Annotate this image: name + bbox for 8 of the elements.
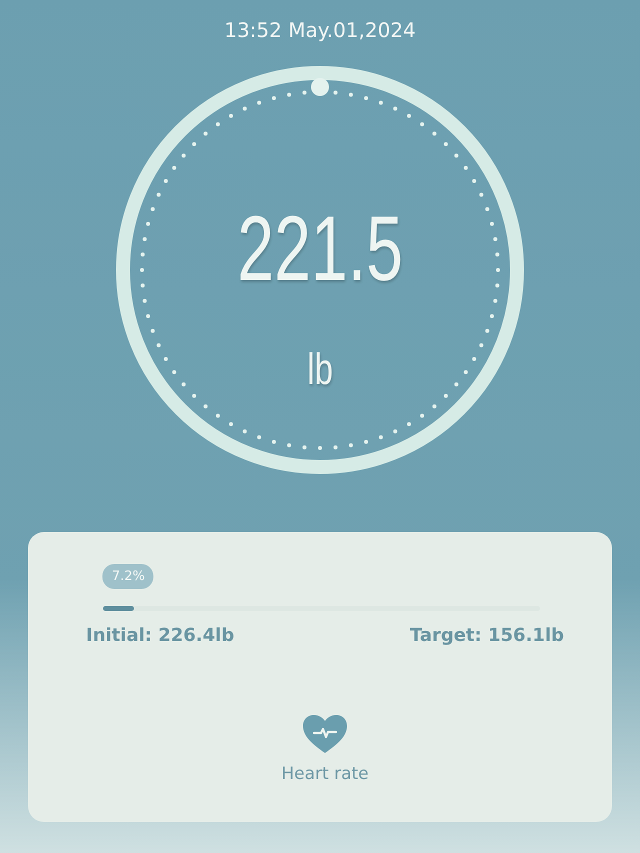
weight-value: 221.5 [237, 203, 403, 295]
initial-weight: Initial: 226.4lb [86, 625, 234, 646]
heart-rate-label[interactable]: Heart rate [281, 764, 369, 784]
weight-unit: lb [307, 345, 333, 395]
heart-rate-icon[interactable] [302, 714, 348, 754]
percent-bubble: 7.2% [102, 564, 154, 589]
date-time: 13:52 May.01,2024 [224, 18, 416, 42]
target-weight: Target: 156.1lb [410, 625, 564, 646]
